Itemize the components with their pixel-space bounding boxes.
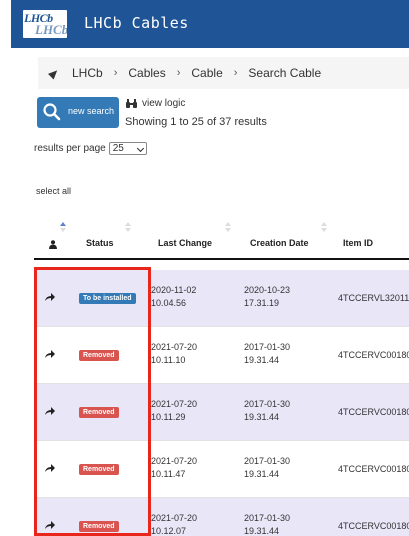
logo-text-shadow: LHCb: [35, 22, 69, 37]
share-arrow-icon[interactable]: [44, 463, 56, 473]
share-arrow-icon[interactable]: [44, 349, 56, 359]
user-icon: [49, 240, 57, 249]
share-arrow-icon[interactable]: [44, 406, 56, 416]
last-change-time: 10.11.47: [151, 469, 186, 479]
results-per-page: results per page 25: [34, 142, 147, 155]
last-change-time: 10.12.07: [151, 526, 187, 536]
creation-time: 19.31.44: [244, 355, 280, 365]
creation-date: 2017-01-30: [244, 342, 291, 352]
item-id: 4TCCERVC00180: [338, 350, 409, 360]
sort-icon[interactable]: [125, 222, 131, 234]
breadcrumb-item-search-cable[interactable]: Search Cable: [248, 66, 321, 80]
status-badge: Removed: [79, 464, 119, 475]
breadcrumb-item-cable[interactable]: Cable: [191, 66, 222, 80]
last-change-date: 2021-07-20: [151, 342, 198, 352]
new-search-label: new search: [68, 106, 115, 116]
status-badge: To be installed: [79, 293, 136, 304]
last-change-time: 10.11.10: [151, 355, 186, 365]
creation-date: 2020-10-23: [244, 285, 291, 295]
results-per-page-label: results per page: [34, 143, 106, 154]
status-badge: Removed: [79, 350, 119, 361]
breadcrumb: LHCb › Cables › Cable › Search Cable: [38, 57, 409, 89]
app-title[interactable]: LHCb Cables: [84, 14, 189, 32]
binoculars-icon: [126, 99, 137, 108]
view-logic-link[interactable]: view logic: [126, 98, 185, 109]
column-header-creation-date[interactable]: Creation Date: [250, 238, 309, 248]
item-id: 4TCCERVL32011: [338, 293, 409, 303]
share-arrow-icon[interactable]: [44, 520, 56, 530]
last-change-date: 2021-07-20: [151, 399, 198, 409]
select-all-link[interactable]: select all: [36, 186, 71, 196]
column-header-last-change[interactable]: Last Change: [158, 238, 212, 248]
creation-time: 19.31.44: [244, 469, 280, 479]
chevron-down-icon: [136, 144, 144, 153]
creation-time: 19.31.44: [244, 412, 280, 422]
table-row[interactable]: Removed 2021-07-20 10.12.07 2017-01-30 19.31…: [34, 498, 409, 536]
last-change-date: 2020-11-02: [151, 285, 197, 295]
status-badge: Removed: [79, 521, 119, 532]
sort-icon[interactable]: [225, 222, 231, 234]
lhcb-logo[interactable]: LHCb LHCb: [23, 10, 69, 38]
table-header: Status Last Change Creation Date Item ID: [34, 218, 409, 260]
share-arrow-icon[interactable]: [44, 292, 56, 302]
column-header-item-id[interactable]: Item ID: [343, 238, 373, 248]
table-row[interactable]: Removed 2021-07-20 10.11.47 2017-01-30 19.31…: [34, 441, 409, 498]
chevron-right-icon: ›: [233, 67, 238, 79]
table-row[interactable]: To be installed 2020-11-02 10.04.56 2020-10…: [34, 270, 409, 327]
new-search-button[interactable]: new search: [37, 97, 119, 128]
item-id: 4TCCERVC00180: [338, 407, 409, 417]
chevron-right-icon: ›: [113, 67, 118, 79]
status-badge: Removed: [79, 407, 119, 418]
results-per-page-value: 25: [112, 143, 124, 154]
app-header: LHCb LHCb LHCb Cables: [11, 0, 409, 48]
results-count: Showing 1 to 25 of 37 results: [125, 116, 267, 128]
chevron-right-icon: ›: [176, 67, 181, 79]
last-change-date: 2021-07-20: [151, 513, 198, 523]
creation-date: 2017-01-30: [244, 513, 291, 523]
creation-date: 2017-01-30: [244, 456, 291, 466]
item-id: 4TCCERVC00180: [338, 464, 409, 474]
last-change-time: 10.11.29: [151, 412, 186, 422]
creation-date: 2017-01-30: [244, 399, 291, 409]
table-row[interactable]: Removed 2021-07-20 10.11.29 2017-01-30 19.31…: [34, 384, 409, 441]
item-id: 4TCCERVC00180: [338, 521, 409, 531]
location-arrow-icon: [47, 66, 61, 80]
breadcrumb-item-cables[interactable]: Cables: [128, 66, 165, 80]
sort-icon[interactable]: [321, 222, 327, 234]
breadcrumb-item-lhcb[interactable]: LHCb: [72, 66, 103, 80]
last-change-date: 2021-07-20: [151, 456, 198, 466]
view-logic-label: view logic: [142, 98, 186, 109]
creation-time: 17.31.19: [244, 298, 280, 308]
results-per-page-select[interactable]: 25: [108, 142, 147, 155]
column-header-status[interactable]: Status: [86, 238, 114, 248]
search-icon: [43, 103, 61, 121]
last-change-time: 10.04.56: [151, 298, 187, 308]
sort-icon[interactable]: [60, 222, 66, 234]
table-row[interactable]: Removed 2021-07-20 10.11.10 2017-01-30 19.31…: [34, 327, 409, 384]
creation-time: 19.31.44: [244, 526, 280, 536]
